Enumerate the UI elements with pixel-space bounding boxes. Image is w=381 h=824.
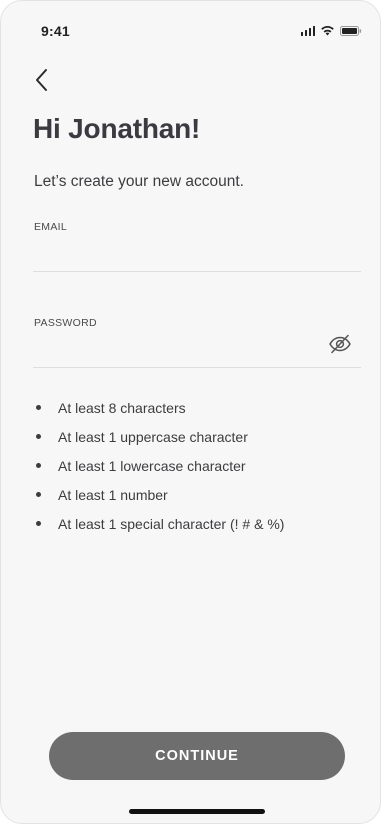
- requirement-item: At least 1 special character (! # & %): [33, 509, 284, 538]
- password-requirements-list: At least 8 characters At least 1 upperca…: [33, 393, 284, 538]
- back-button[interactable]: [29, 65, 53, 95]
- password-underline: [33, 367, 361, 368]
- page-subtitle: Let’s create your new account.: [34, 173, 244, 190]
- requirement-text: At least 1 special character (! # & %): [58, 515, 285, 532]
- requirement-item: At least 1 lowercase character: [33, 451, 284, 480]
- bullet-icon: [36, 492, 41, 497]
- requirement-item: At least 1 uppercase character: [33, 422, 284, 451]
- status-time: 9:41: [41, 23, 70, 39]
- password-label: PASSWORD: [34, 317, 97, 329]
- requirement-text: At least 1 number: [58, 486, 168, 503]
- requirement-text: At least 1 lowercase character: [58, 457, 246, 474]
- home-indicator: [129, 809, 265, 814]
- email-label: EMAIL: [34, 221, 68, 233]
- bullet-icon: [36, 521, 41, 526]
- bullet-icon: [36, 434, 41, 439]
- battery-icon: [340, 25, 362, 36]
- bullet-icon: [36, 405, 41, 410]
- phone-screen: 9:41 Hi Jonathan! Let’s create your new …: [0, 0, 381, 824]
- email-field[interactable]: [33, 239, 361, 271]
- requirement-text: At least 8 characters: [58, 399, 186, 416]
- chevron-left-icon: [36, 69, 47, 91]
- requirement-item: At least 8 characters: [33, 393, 284, 422]
- page-title: Hi Jonathan!: [33, 113, 201, 144]
- bullet-icon: [36, 463, 41, 468]
- cellular-signal-icon: [300, 25, 315, 36]
- wifi-icon: [320, 25, 335, 36]
- requirement-text: At least 1 uppercase character: [58, 428, 248, 445]
- eye-slash-icon: [329, 334, 351, 354]
- continue-button[interactable]: CONTINUE: [49, 732, 345, 780]
- status-bar: 9:41: [1, 1, 380, 45]
- password-visibility-toggle[interactable]: [327, 332, 353, 356]
- email-underline: [33, 271, 361, 272]
- password-field[interactable]: [33, 335, 323, 367]
- status-icons: [300, 25, 363, 36]
- requirement-item: At least 1 number: [33, 480, 284, 509]
